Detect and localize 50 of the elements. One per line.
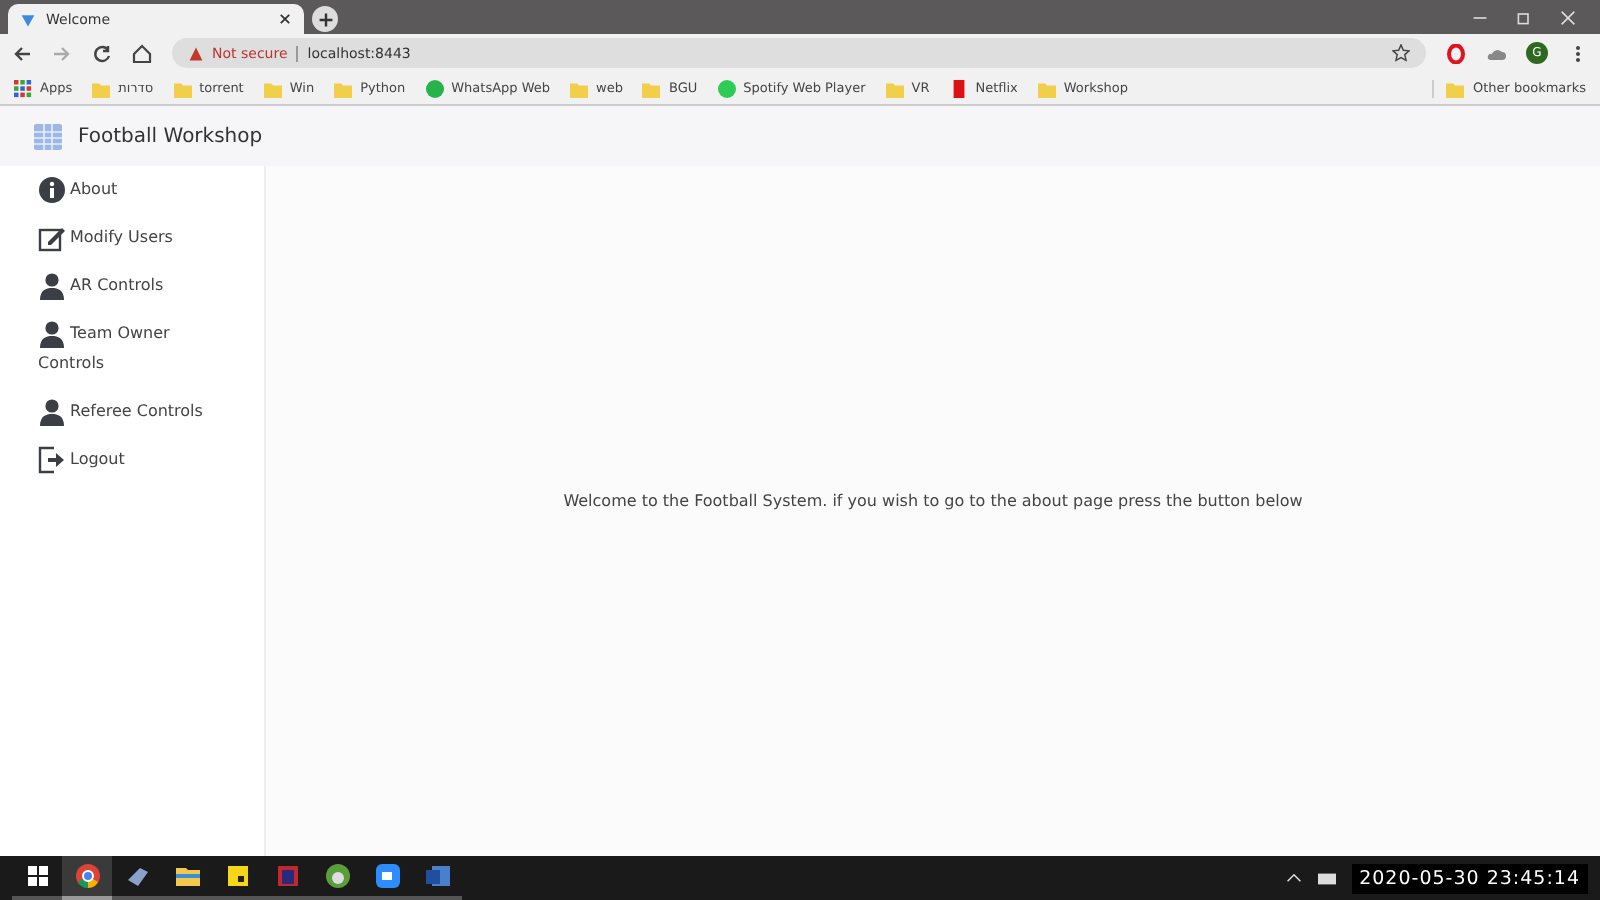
word-icon[interactable]	[425, 864, 449, 888]
plus-icon	[317, 11, 333, 27]
user-icon	[38, 397, 66, 426]
music-icon	[717, 79, 736, 97]
windows-icon	[27, 866, 47, 886]
battery-icon[interactable]	[1317, 869, 1336, 887]
user-icon	[38, 319, 66, 348]
folder-icon	[642, 79, 661, 97]
new-tab-button[interactable]	[312, 6, 338, 32]
info-icon	[38, 175, 66, 204]
user-icon	[38, 271, 66, 300]
nav-link[interactable]: Team Owner Controls	[38, 318, 218, 378]
restore-icon[interactable]	[1516, 9, 1532, 25]
folder-icon	[1037, 79, 1056, 97]
app-title: Football Workshop	[78, 125, 263, 147]
sticky-note-icon[interactable]	[225, 864, 249, 888]
folder-icon[interactable]	[175, 864, 199, 888]
video-camera-icon[interactable]	[375, 864, 399, 888]
folder-icon	[334, 79, 353, 97]
nav-link[interactable]: AR Controls	[38, 270, 218, 300]
star-icon[interactable]	[1392, 44, 1410, 62]
folder-icon	[1446, 79, 1465, 97]
chat-icon	[425, 79, 444, 97]
home-icon[interactable]	[132, 43, 152, 63]
close-icon[interactable]	[278, 12, 292, 26]
chrome-icon[interactable]	[75, 864, 99, 888]
close-window-icon[interactable]	[1560, 9, 1576, 25]
logout-icon	[38, 445, 66, 474]
apps-grid-icon	[14, 79, 32, 97]
grid-logo-icon	[34, 123, 62, 149]
opera-icon[interactable]	[1446, 43, 1466, 63]
folder-icon	[173, 79, 192, 97]
reload-icon[interactable]	[92, 43, 112, 63]
nav-link[interactable]: Modify Users	[38, 222, 218, 252]
ide-icon[interactable]	[275, 864, 299, 888]
back-icon[interactable]	[12, 43, 32, 63]
clock: 2020-05-30 23:45:14	[1351, 863, 1588, 893]
nav-link[interactable]: Logout	[38, 444, 218, 474]
folder-icon	[263, 79, 282, 97]
edit-icon	[38, 223, 66, 252]
chevron-up-icon[interactable]	[1285, 870, 1302, 886]
welcome-message: Welcome to the Football System. if you wish to go to the about page press the button below	[563, 492, 1303, 510]
nav-link[interactable]: Referee Controls	[38, 396, 218, 426]
folder-icon	[570, 79, 589, 97]
warning-icon	[188, 45, 204, 61]
n-logo-icon	[949, 79, 968, 97]
nav-link[interactable]: About	[38, 174, 218, 204]
folder-icon	[92, 79, 111, 97]
favicon-icon	[20, 11, 36, 27]
folder-icon	[885, 79, 904, 97]
